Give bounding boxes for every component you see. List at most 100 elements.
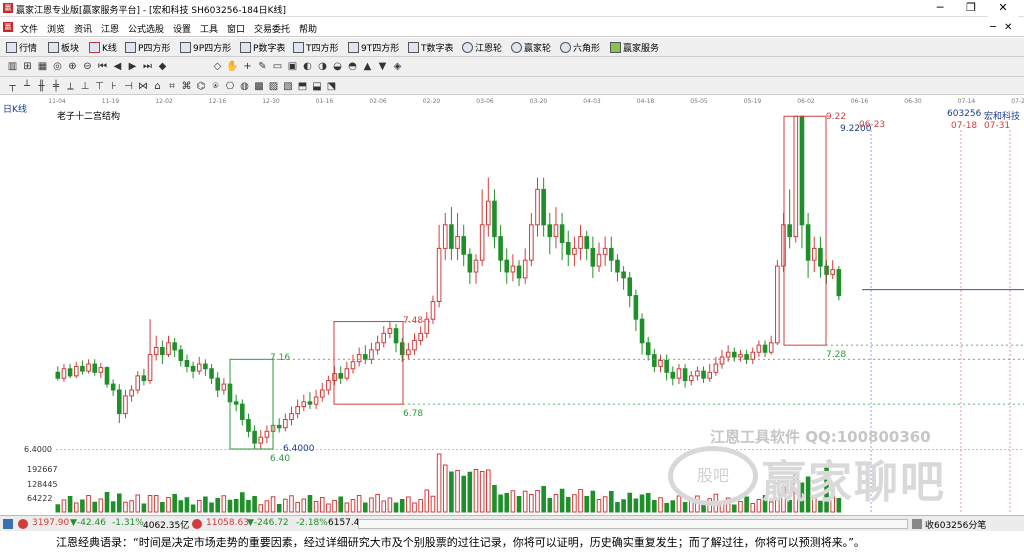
- grid-icon[interactable]: [3, 519, 13, 529]
- volume-bar: [541, 486, 546, 513]
- volume-bar: [61, 499, 67, 513]
- candle-body: [332, 372, 337, 382]
- volume-bar: [289, 495, 294, 513]
- volume-bar: [553, 494, 559, 513]
- candle-body: [369, 349, 374, 360]
- top-date-label: 05-19: [744, 98, 762, 105]
- volume-bar: [621, 499, 626, 513]
- volume-bar: [233, 499, 239, 513]
- candle-body: [676, 368, 682, 379]
- box2-top-label: 7.48: [403, 316, 423, 326]
- period-label: 日K线: [3, 105, 27, 115]
- candle-body: [541, 188, 546, 226]
- candle-body: [98, 367, 104, 373]
- volume-bar: [418, 499, 423, 513]
- top-date-label: 07-14: [958, 98, 976, 105]
- volume-bar: [313, 501, 319, 513]
- candle-body: [313, 396, 319, 405]
- candle-body: [707, 371, 713, 379]
- candle-body: [455, 236, 460, 249]
- candle-body: [412, 339, 417, 351]
- candle-body: [756, 344, 762, 353]
- top-date-label: 01-16: [316, 98, 334, 105]
- volume-bar: [750, 503, 756, 513]
- volume-bar: [80, 499, 85, 513]
- candle-body: [123, 395, 128, 415]
- top-date-label: 04-18: [637, 98, 655, 105]
- candle-body: [436, 247, 442, 302]
- volume-bar: [307, 495, 313, 513]
- volume-bar: [283, 498, 288, 513]
- volume-bar: [522, 490, 528, 513]
- volume-bar: [276, 504, 282, 513]
- volume-bar: [467, 471, 473, 513]
- volume-bar: [547, 498, 553, 513]
- indicator-name: 老子十二宫结构: [57, 112, 121, 122]
- candle-body: [578, 236, 583, 249]
- vol-tick-label: 192667: [27, 465, 58, 474]
- candle-body: [565, 242, 571, 255]
- candle-group: [55, 115, 842, 449]
- volume-bar: [98, 498, 104, 513]
- candle-body: [492, 200, 497, 238]
- candle-body: [529, 224, 534, 261]
- volume-bar: [504, 493, 510, 513]
- candle-body: [160, 347, 165, 356]
- candle-body: [375, 342, 380, 351]
- candle-body: [461, 236, 466, 255]
- candle-body: [203, 363, 208, 370]
- candle-body: [627, 277, 633, 297]
- volume-bar: [227, 499, 233, 513]
- candle-body: [522, 259, 528, 279]
- volume-bar: [639, 494, 645, 513]
- candle-body: [664, 360, 669, 373]
- volume-bar: [381, 500, 387, 513]
- volume-bar: [123, 501, 128, 513]
- volume-bar: [172, 494, 177, 513]
- volume-bar: [67, 496, 73, 513]
- candle-body: [836, 269, 842, 297]
- volume-bar: [135, 494, 141, 513]
- sz-index[interactable]: 11058.63: [206, 518, 249, 528]
- candle-body: [172, 342, 177, 351]
- volume-bar: [369, 497, 374, 513]
- volume-bar: [110, 501, 116, 513]
- volume-bar: [55, 504, 61, 513]
- volume-bar: [153, 495, 159, 513]
- candle-body: [824, 265, 829, 275]
- volume-bar: [240, 492, 245, 513]
- status-alert[interactable]: 收603256分笔: [925, 518, 986, 531]
- volume-bar: [258, 504, 264, 513]
- volume-bar: [393, 502, 399, 513]
- candle-body: [283, 419, 288, 429]
- candle-body: [104, 367, 110, 385]
- sh-index[interactable]: 3197.90: [32, 518, 69, 528]
- watermark-text: 赢家聊吧: [762, 457, 946, 508]
- candle-body: [178, 349, 184, 362]
- volume-bar: [252, 496, 257, 513]
- sh-amount: 4062.35亿: [143, 521, 190, 531]
- volume-bar: [479, 471, 485, 513]
- candle-body: [209, 368, 214, 379]
- candle-body: [387, 328, 393, 334]
- volume-bar: [461, 475, 466, 513]
- candle-body: [117, 389, 122, 415]
- status-scrollbar[interactable]: [358, 519, 908, 529]
- high-date: 06-23: [859, 120, 885, 130]
- volume-bar: [326, 503, 331, 513]
- candle-body: [688, 375, 694, 382]
- candle-body: [356, 354, 362, 363]
- volume-bar: [92, 501, 98, 513]
- volume-bar: [301, 498, 307, 513]
- volume-bar: [744, 496, 749, 513]
- candle-body: [135, 375, 141, 391]
- candle-body: [725, 351, 731, 358]
- volume-bar: [178, 500, 184, 513]
- candle-body: [793, 115, 799, 238]
- status-bar: 3197.90 ▼-42.46 -1.31% 4062.35亿 11058.63…: [0, 515, 1024, 531]
- volume-bar: [338, 496, 343, 513]
- volume-bar: [627, 492, 633, 513]
- top-date-label: 07-28: [1011, 98, 1024, 105]
- watermark-logo: 股吧: [668, 446, 758, 506]
- candle-body: [147, 354, 153, 382]
